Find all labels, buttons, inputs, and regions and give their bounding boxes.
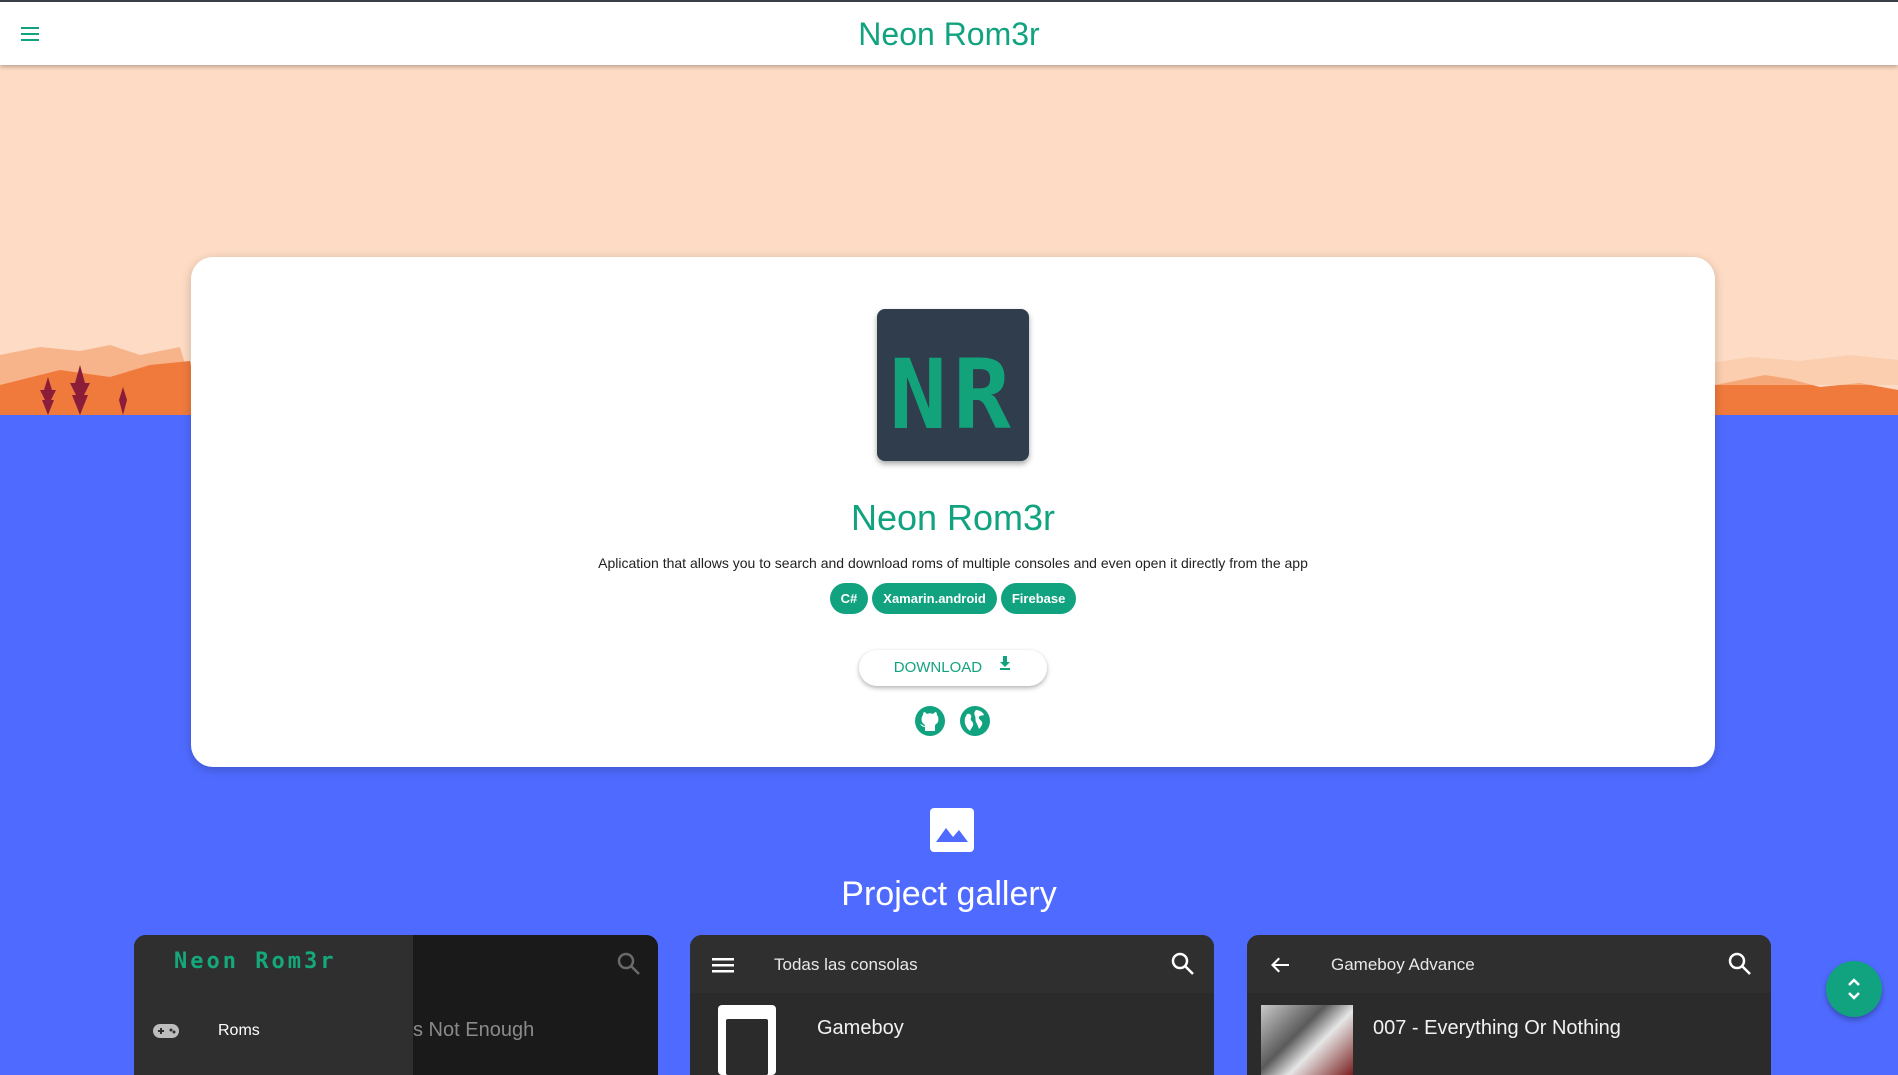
project-card: NR Neon Rom3r Aplication that allows you… — [191, 257, 1715, 767]
unfold-icon[interactable] — [1826, 961, 1882, 1017]
download-icon — [998, 649, 1012, 685]
list-item: Gameboy — [817, 1017, 904, 1039]
project-description: Aplication that allows you to search and… — [598, 555, 1308, 571]
app-logo-text: NR — [889, 339, 1017, 451]
image-icon — [930, 808, 974, 852]
list-item: 007 - Everything Or Nothing — [1373, 1017, 1621, 1039]
search-icon — [616, 951, 642, 977]
app-bar-title: Neon Rom3r — [858, 16, 1040, 52]
screenshot-behind-text: s Not Enough — [413, 1019, 535, 1041]
screenshot-drawer: Neon Rom3r Roms — [134, 935, 413, 1075]
gallery-screenshot-3[interactable]: Gameboy Advance 007 - Everything Or Noth… — [1247, 935, 1771, 1075]
tag-chip: Xamarin.android — [872, 583, 997, 614]
globe-icon[interactable] — [959, 705, 991, 737]
gallery-screenshot-1[interactable]: s Not Enough Neon Rom3r Roms — [134, 935, 658, 1075]
top-app-bar: Neon Rom3r — [0, 0, 1898, 65]
github-icon[interactable] — [914, 705, 946, 737]
screenshot-app-bar: Todas las consolas — [690, 935, 1214, 993]
menu-icon — [710, 952, 736, 978]
download-button[interactable]: DOWNLOAD — [859, 650, 1047, 686]
screenshot-bar-title: Todas las consolas — [774, 955, 918, 974]
search-icon — [1727, 951, 1753, 977]
gallery-title: Project gallery — [841, 875, 1057, 913]
drawer-logo: Neon Rom3r — [174, 949, 337, 974]
tag-chip: Firebase — [1000, 583, 1077, 614]
back-arrow-icon — [1267, 952, 1293, 978]
search-icon — [1170, 951, 1196, 977]
tag-chip: C# — [829, 583, 869, 614]
gamepad-icon — [152, 1021, 180, 1041]
screenshot-app-bar: Gameboy Advance — [1247, 935, 1771, 993]
drawer-item-roms: Roms — [218, 1022, 260, 1039]
console-thumbnail — [718, 1005, 776, 1075]
tag-list: C# Xamarin.android Firebase — [191, 583, 1715, 614]
project-title: Neon Rom3r — [850, 497, 1056, 538]
game-cover-image — [1261, 1005, 1353, 1075]
download-label: DOWNLOAD — [893, 659, 983, 676]
app-logo: NR — [877, 309, 1029, 461]
gallery-screenshot-2[interactable]: Todas las consolas Gameboy — [690, 935, 1214, 1075]
screenshot-bar-title: Gameboy Advance — [1331, 955, 1475, 974]
